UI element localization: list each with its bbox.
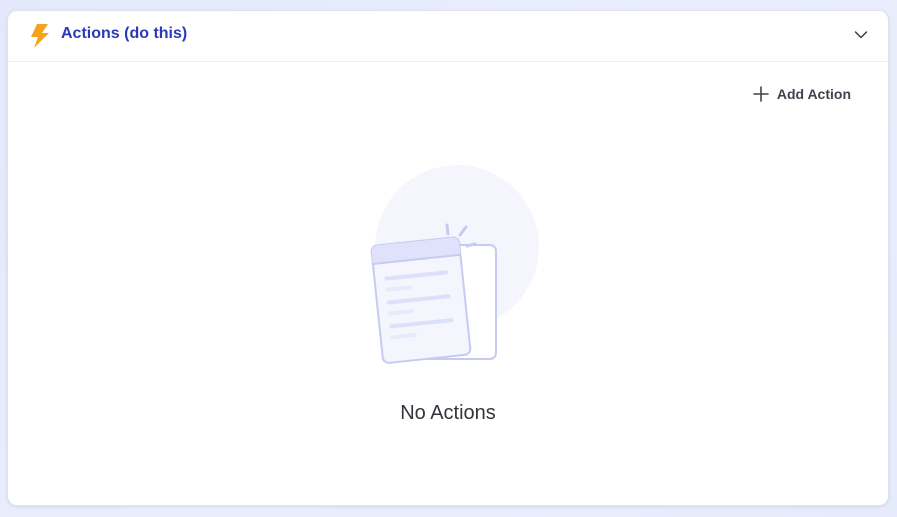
add-action-button[interactable]: Add Action: [753, 86, 851, 102]
empty-documents-illustration: [370, 165, 539, 364]
lightning-bolt-icon: [31, 24, 49, 48]
actions-panel: Actions (do this) Add Action No Actions: [7, 10, 889, 506]
empty-state-message: No Actions: [400, 402, 496, 424]
panel-title: Actions (do this): [61, 25, 188, 42]
plus-icon: [753, 86, 769, 102]
chevron-down-icon[interactable]: [854, 30, 868, 40]
add-action-label: Add Action: [776, 86, 851, 102]
actions-panel-header[interactable]: Actions (do this): [8, 11, 888, 62]
